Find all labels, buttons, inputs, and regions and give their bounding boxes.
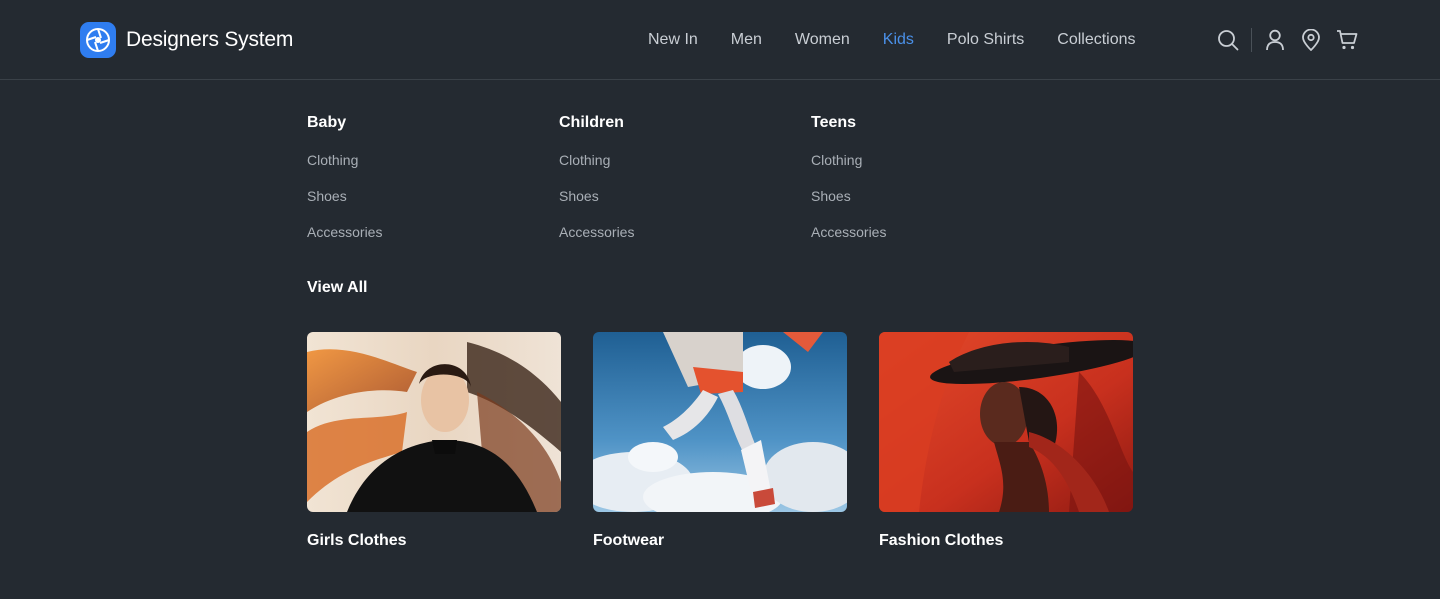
location-pin-icon[interactable] xyxy=(1299,28,1323,52)
user-icon[interactable] xyxy=(1263,28,1287,52)
view-all-link[interactable]: View All xyxy=(307,279,367,297)
column-title: Teens xyxy=(811,114,857,131)
link-children-clothing[interactable]: Clothing xyxy=(559,152,799,172)
nav-item-men[interactable]: Men xyxy=(731,31,762,49)
link-children-shoes[interactable]: Shoes xyxy=(559,188,799,208)
menu-column-baby: Baby Clothing Shoes Accessories xyxy=(307,114,547,244)
promo-card-footwear[interactable]: Footwear xyxy=(593,332,847,550)
header-divider xyxy=(1251,28,1252,52)
header-actions xyxy=(1216,28,1359,52)
promo-image xyxy=(593,332,847,512)
promo-image xyxy=(879,332,1133,512)
top-nav-bar: Designers System New In Men Women Kids P… xyxy=(0,0,1440,80)
card-caption: Footwear xyxy=(593,532,665,549)
link-teens-accessories[interactable]: Accessories xyxy=(811,224,1051,244)
cart-icon[interactable] xyxy=(1335,28,1359,52)
promo-card-girls-clothes[interactable]: Girls Clothes xyxy=(307,332,561,550)
brand-logo-link[interactable]: Designers System xyxy=(80,22,293,58)
link-baby-clothing[interactable]: Clothing xyxy=(307,152,547,172)
nav-item-women[interactable]: Women xyxy=(795,31,850,49)
nav-item-new-in[interactable]: New In xyxy=(648,31,698,49)
card-caption: Girls Clothes xyxy=(307,532,407,549)
promo-image xyxy=(307,332,561,512)
link-teens-shoes[interactable]: Shoes xyxy=(811,188,1051,208)
nav-item-polo-shirts[interactable]: Polo Shirts xyxy=(947,31,1024,49)
main-nav: New In Men Women Kids Polo Shirts Collec… xyxy=(648,0,1141,80)
card-caption: Fashion Clothes xyxy=(879,532,1004,549)
column-title: Baby xyxy=(307,114,347,131)
link-teens-clothing[interactable]: Clothing xyxy=(811,152,1051,172)
link-baby-accessories[interactable]: Accessories xyxy=(307,224,547,244)
promo-card-fashion-clothes[interactable]: Fashion Clothes xyxy=(879,332,1133,550)
nav-item-kids[interactable]: Kids xyxy=(883,31,914,49)
menu-column-teens: Teens Clothing Shoes Accessories xyxy=(811,114,1051,244)
link-baby-shoes[interactable]: Shoes xyxy=(307,188,547,208)
search-icon[interactable] xyxy=(1216,28,1240,52)
nav-item-collections[interactable]: Collections xyxy=(1057,31,1141,49)
column-title: Children xyxy=(559,114,624,131)
link-children-accessories[interactable]: Accessories xyxy=(559,224,799,244)
aperture-icon xyxy=(80,22,116,58)
menu-column-children: Children Clothing Shoes Accessories xyxy=(559,114,799,244)
brand-name: Designers System xyxy=(126,28,294,51)
